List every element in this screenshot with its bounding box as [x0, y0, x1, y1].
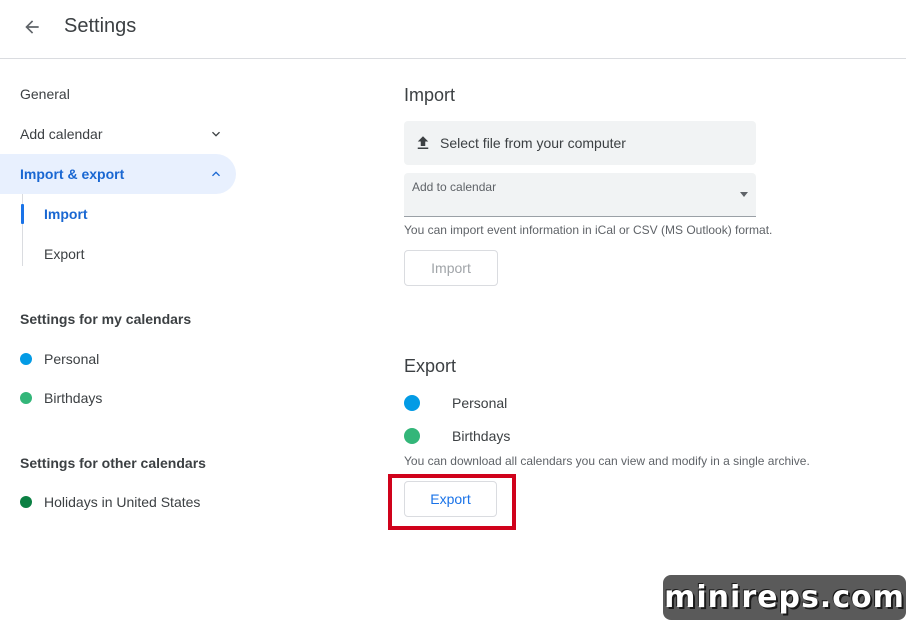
sidebar-calendar-birthdays[interactable]: Birthdays: [20, 386, 102, 410]
sidebar-subitem-import[interactable]: Import: [22, 194, 222, 234]
select-file-label: Select file from your computer: [440, 135, 626, 151]
calendar-color-dot: [404, 428, 420, 444]
calendar-color-dot: [404, 395, 420, 411]
highlight-box: [388, 474, 516, 530]
watermark: minireps.com: [663, 575, 906, 620]
calendar-color-dot: [20, 392, 32, 404]
calendar-label: Birthdays: [452, 428, 511, 444]
upload-icon: [417, 136, 429, 149]
add-to-calendar-label: Add to calendar: [412, 180, 497, 194]
my-calendars-heading: Settings for my calendars: [20, 311, 192, 327]
calendar-label: Birthdays: [44, 390, 103, 406]
add-to-calendar-select[interactable]: Add to calendar: [404, 173, 756, 217]
sidebar-item-general[interactable]: General: [0, 74, 236, 114]
import-hint: You can import event information in iCal…: [404, 223, 773, 237]
sidebar-calendar-holidays[interactable]: Holidays in United States: [20, 490, 200, 514]
sidebar-item-label: General: [20, 86, 70, 102]
page-title: Settings: [64, 15, 137, 37]
sidebar-subitem-label: Import: [44, 206, 88, 222]
calendar-label: Personal: [452, 395, 508, 411]
export-calendar-birthdays: Birthdays: [404, 428, 510, 444]
calendar-color-dot: [20, 353, 32, 365]
sidebar-subitem-export[interactable]: Export: [22, 234, 222, 274]
calendar-label: Holidays in United States: [44, 494, 201, 510]
calendar-label: Personal: [44, 351, 100, 367]
export-heading: Export: [404, 356, 457, 376]
calendar-color-dot: [20, 496, 32, 508]
sidebar-item-import-export[interactable]: Import & export: [0, 154, 236, 194]
export-calendar-personal: Personal: [404, 395, 507, 411]
chevron-up-icon: [212, 171, 220, 177]
select-file-button[interactable]: Select file from your computer: [404, 121, 756, 165]
export-hint: You can download all calendars you can v…: [404, 454, 810, 468]
sidebar-calendar-personal[interactable]: Personal: [20, 347, 99, 371]
sidebar-subitem-label: Export: [44, 246, 85, 262]
sidebar-item-label: Import & export: [20, 166, 125, 182]
sidebar-item-label: Add calendar: [20, 126, 103, 142]
back-button[interactable]: [14, 9, 50, 45]
other-calendars-heading: Settings for other calendars: [20, 455, 206, 471]
chevron-down-icon: [212, 131, 220, 137]
import-button[interactable]: Import: [404, 250, 498, 286]
sidebar-item-add-calendar[interactable]: Add calendar: [0, 114, 236, 154]
watermark-text: minireps.com: [664, 580, 905, 615]
import-heading: Import: [404, 85, 456, 105]
arrow-left-icon: [25, 20, 39, 34]
app-header: Settings: [0, 0, 906, 59]
dropdown-arrow-icon: [740, 192, 748, 197]
